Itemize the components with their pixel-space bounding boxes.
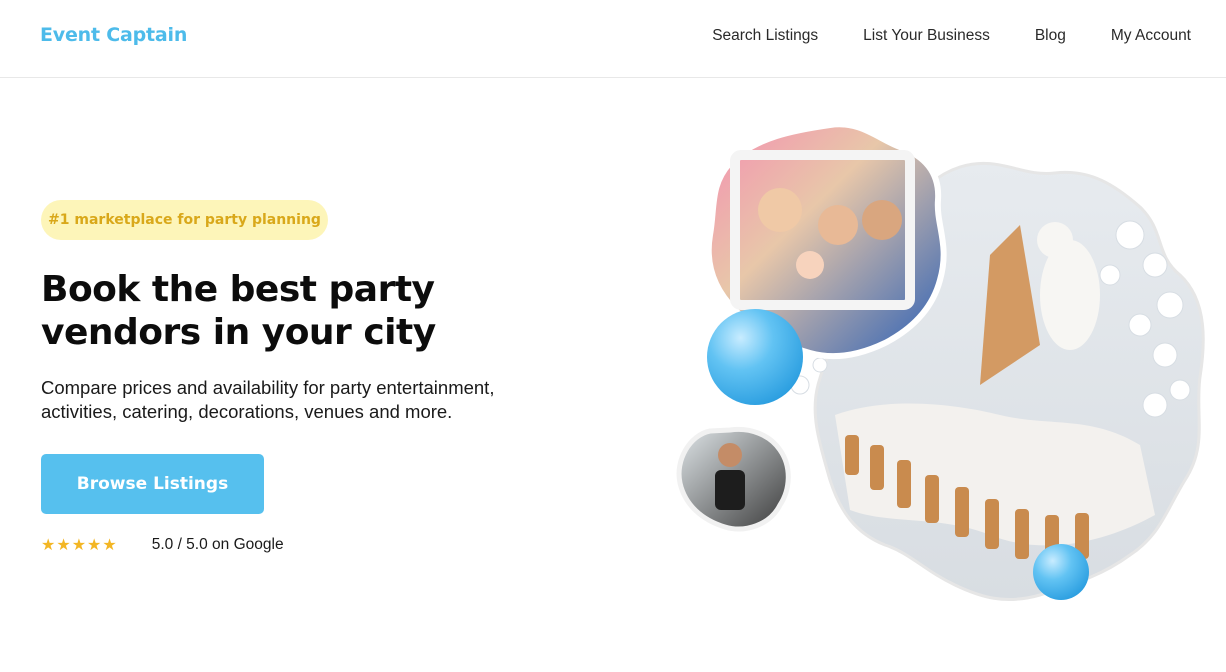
nav-list-your-business[interactable]: List Your Business [863,27,990,45]
blue-sphere-medium [1033,544,1089,600]
top-navigation-bar: Event Captain Search Listings List Your … [0,0,1226,78]
google-rating: ★★★★★ 5.0 / 5.0 on Google [41,535,284,554]
nav-my-account[interactable]: My Account [1111,27,1191,45]
nav-search-listings[interactable]: Search Listings [712,27,818,45]
hero-collage [676,121,1205,602]
chef-catering-photo [676,426,791,532]
nav-blog[interactable]: Blog [1035,27,1066,45]
hero-headline: Book the best party vendors in your city [41,269,436,353]
marketplace-badge: #1 marketplace for party planning [41,200,328,240]
event-captain-logo[interactable]: Event Captain [40,24,187,46]
blue-sphere-large [707,309,803,405]
rating-text: 5.0 / 5.0 on Google [151,535,284,553]
five-star-icon: ★★★★★ [41,535,118,554]
browse-listings-button[interactable]: Browse Listings [41,454,264,514]
hero-subtext: Compare prices and availability for part… [41,377,495,422]
main-nav: Search Listings List Your Business Blog … [667,27,1191,45]
